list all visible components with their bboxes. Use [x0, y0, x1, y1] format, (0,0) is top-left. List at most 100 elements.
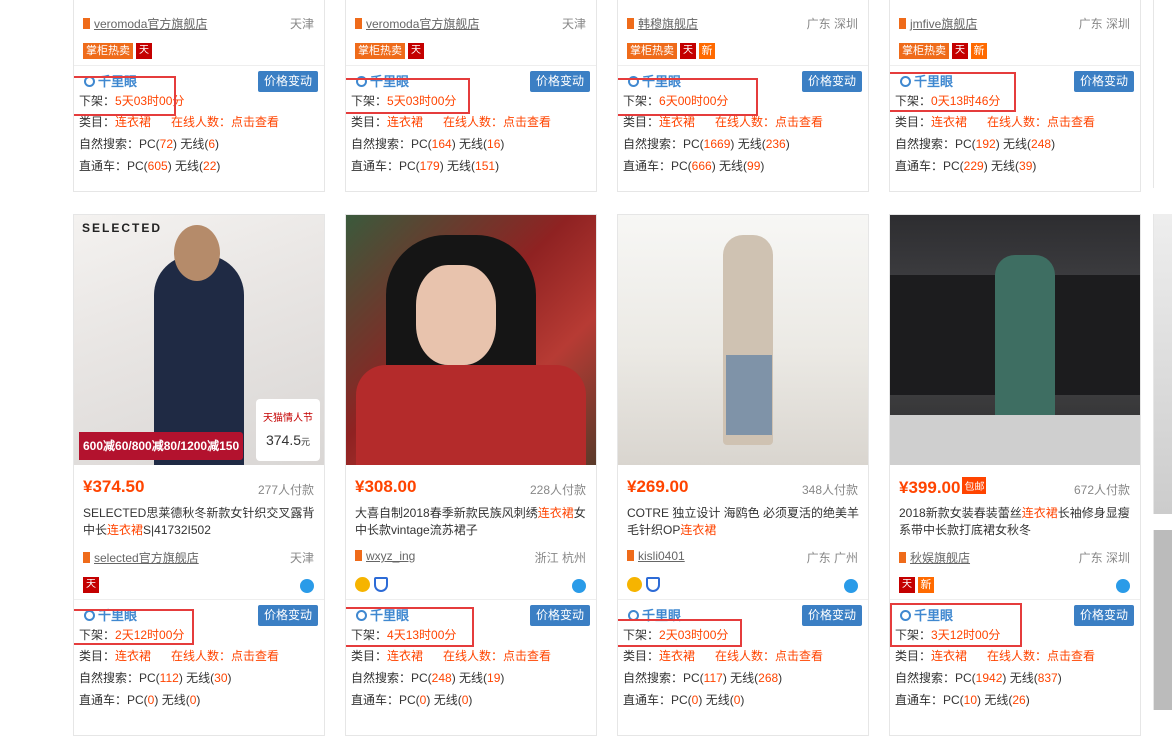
shop-link[interactable]: veromoda官方旗舰店: [83, 15, 207, 32]
shop-name[interactable]: 秋娱旗舰店: [910, 551, 970, 565]
gold-seller-icon[interactable]: [627, 577, 642, 592]
price-change-button[interactable]: 价格变动: [529, 71, 590, 92]
badge-zhanggui-remai[interactable]: 掌柜热卖: [355, 43, 405, 59]
organic-wireless: 19: [487, 671, 501, 685]
online-link[interactable]: 点击查看: [231, 649, 279, 663]
badge-zhanggui-remai[interactable]: 掌柜热卖: [83, 43, 133, 59]
tmall-icon[interactable]: 天: [83, 577, 99, 593]
shop-name[interactable]: kisli0401: [638, 549, 685, 563]
price-change-button[interactable]: 价格变动: [257, 71, 318, 92]
price-change-button[interactable]: 价格变动: [801, 71, 862, 92]
organic-search-row: 自然搜索：PC(1669) 无线(236): [623, 135, 790, 152]
ztc-wireless: 151: [475, 159, 496, 173]
organic-wireless: 837: [1037, 671, 1058, 685]
wangwang-icon[interactable]: [844, 579, 858, 593]
shop-name[interactable]: veromoda官方旗舰店: [366, 17, 479, 31]
badge-new[interactable]: 新: [971, 43, 987, 59]
online-link[interactable]: 点击查看: [775, 115, 823, 129]
badge-new[interactable]: 新: [699, 43, 715, 59]
title-keyword[interactable]: 连衣裙: [538, 506, 574, 520]
category-link[interactable]: 连衣裙: [115, 115, 151, 129]
title-text-rest[interactable]: S|41732I502: [143, 523, 211, 537]
shop-link[interactable]: jmfive旗舰店: [899, 15, 977, 32]
product-card[interactable]: ¥269.00 348人付款 COTRE 独立设计 海鸥色 必须夏活的绝美羊毛针织O…: [617, 214, 869, 736]
shop-name[interactable]: veromoda官方旗舰店: [94, 17, 207, 31]
highlight-box: [74, 609, 194, 645]
wireless-label: ) 无线(: [451, 671, 488, 685]
product-image[interactable]: [890, 215, 1140, 465]
partial-card-bottom: [1153, 214, 1172, 514]
badge-new[interactable]: 新: [918, 577, 934, 593]
title-keyword[interactable]: 连衣裙: [1022, 506, 1058, 520]
product-card[interactable]: 韩穆旗舰店 广东 深圳 掌柜热卖天新千里眼 价格变动 下架：6天00时00分 类目：连衣裙…: [617, 0, 869, 192]
shop-icon: [899, 552, 906, 563]
title-text[interactable]: 大喜自制2018春季新款民族风刺绣: [355, 506, 538, 520]
badge-zhanggui-remai[interactable]: 掌柜热卖: [627, 43, 677, 59]
product-title[interactable]: SELECTED思莱德秋冬新款女针织交叉露背中长连衣裙S|41732I502: [83, 505, 315, 539]
online-link[interactable]: 点击查看: [775, 649, 823, 663]
shop-link[interactable]: wxyz_ing: [355, 549, 415, 563]
title-text[interactable]: 2018新款女装春装蕾丝: [899, 506, 1022, 520]
guarantee-shield-icon[interactable]: [646, 577, 660, 592]
shop-name[interactable]: wxyz_ing: [366, 549, 415, 563]
organic-pc: 72: [159, 137, 174, 151]
wangwang-icon[interactable]: [300, 579, 314, 593]
title-keyword[interactable]: 连衣裙: [680, 523, 716, 537]
online-link[interactable]: 点击查看: [231, 115, 279, 129]
product-image[interactable]: [346, 215, 596, 465]
badge-group: 掌柜热卖天新: [627, 43, 715, 59]
category-link[interactable]: 连衣裙: [931, 649, 967, 663]
shop-name[interactable]: selected官方旗舰店: [94, 551, 199, 565]
promo-banner: 600减60/800减80/1200减150: [79, 432, 244, 460]
shop-link[interactable]: 秋娱旗舰店: [899, 549, 970, 566]
shop-link[interactable]: 韩穆旗舰店: [627, 15, 698, 32]
title-keyword[interactable]: 连衣裙: [107, 523, 143, 537]
product-image[interactable]: [618, 215, 868, 465]
organic-wireless: 268: [758, 671, 779, 685]
tmall-icon[interactable]: 天: [136, 43, 152, 59]
badge-zhanggui-remai[interactable]: 掌柜热卖: [899, 43, 949, 59]
tmall-icon[interactable]: 天: [680, 43, 696, 59]
category-link[interactable]: 连衣裙: [659, 115, 695, 129]
wangwang-icon[interactable]: [1116, 579, 1130, 593]
wangwang-icon[interactable]: [572, 579, 586, 593]
product-title[interactable]: COTRE 独立设计 海鸥色 必须夏活的绝美羊毛针织OP连衣裙: [627, 505, 859, 539]
category-link[interactable]: 连衣裙: [659, 649, 695, 663]
product-card[interactable]: veromoda官方旗舰店 天津 掌柜热卖天千里眼 价格变动 下架：5天03时00分 类目…: [345, 0, 597, 192]
gold-seller-icon[interactable]: [355, 577, 370, 592]
product-title[interactable]: 2018新款女装春装蕾丝连衣裙长袖修身显瘦系带中长款打底裙女秋冬: [899, 505, 1131, 539]
product-card[interactable]: ¥399.00 包邮 672人付款 2018新款女装春装蕾丝连衣裙长袖修身显瘦系带中长…: [889, 214, 1141, 736]
tmall-icon[interactable]: 天: [899, 577, 915, 593]
title-text[interactable]: COTRE 独立设计 海鸥色 必须夏活的绝美羊毛针织OP: [627, 506, 859, 537]
badge-group: 掌柜热卖天: [355, 43, 427, 59]
shop-name[interactable]: 韩穆旗舰店: [638, 17, 698, 31]
shop-link[interactable]: veromoda官方旗舰店: [355, 15, 479, 32]
shop-link[interactable]: kisli0401: [627, 549, 685, 563]
price-change-button[interactable]: 价格变动: [1073, 605, 1134, 626]
category-link[interactable]: 连衣裙: [387, 115, 423, 129]
paid-count: 228人付款: [529, 483, 586, 497]
category-link[interactable]: 连衣裙: [115, 649, 151, 663]
product-card[interactable]: ¥308.00 228人付款 大喜自制2018春季新款民族风刺绣连衣裙女中长款vin…: [345, 214, 597, 736]
price-change-button[interactable]: 价格变动: [529, 605, 590, 626]
price-change-button[interactable]: 价格变动: [801, 605, 862, 626]
guarantee-shield-icon[interactable]: [374, 577, 388, 592]
category-link[interactable]: 连衣裙: [931, 115, 967, 129]
shop-name[interactable]: jmfive旗舰店: [910, 17, 977, 31]
price-change-button[interactable]: 价格变动: [257, 605, 318, 626]
online-link[interactable]: 点击查看: [1047, 649, 1095, 663]
product-card[interactable]: veromoda官方旗舰店 天津 掌柜热卖天千里眼 价格变动 下架：5天03时00分 类目…: [73, 0, 325, 192]
tmall-icon[interactable]: 天: [408, 43, 424, 59]
tmall-icon[interactable]: 天: [952, 43, 968, 59]
shop-link[interactable]: selected官方旗舰店: [83, 549, 199, 566]
product-card[interactable]: SELECTED 600减60/800减80/1200减150 天猫情人节 374.5…: [73, 214, 325, 736]
product-image[interactable]: SELECTED 600减60/800减80/1200减150 天猫情人节 374.5…: [74, 215, 324, 465]
price-change-button[interactable]: 价格变动: [1073, 71, 1134, 92]
online-link[interactable]: 点击查看: [1047, 115, 1095, 129]
paid-count: 277人付款: [257, 483, 314, 497]
product-title[interactable]: 大喜自制2018春季新款民族风刺绣连衣裙女中长款vintage流苏裙子: [355, 505, 587, 539]
online-link[interactable]: 点击查看: [503, 649, 551, 663]
product-card[interactable]: jmfive旗舰店 广东 深圳 掌柜热卖天新千里眼 价格变动 下架：0天13时46分 类目…: [889, 0, 1141, 192]
online-link[interactable]: 点击查看: [503, 115, 551, 129]
category-link[interactable]: 连衣裙: [387, 649, 423, 663]
